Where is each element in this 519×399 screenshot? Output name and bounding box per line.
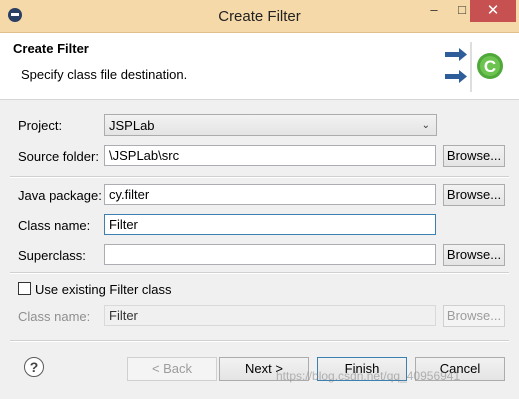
use-existing-label[interactable]: Use existing Filter class: [35, 282, 172, 297]
minimize-icon[interactable]: –: [420, 0, 448, 22]
source-folder-browse-button[interactable]: Browse...: [443, 145, 505, 167]
existing-class-browse-button: Browse...: [443, 305, 505, 327]
java-package-input[interactable]: cy.filter: [104, 184, 436, 205]
java-package-browse-button[interactable]: Browse...: [443, 184, 505, 206]
superclass-input[interactable]: [104, 244, 436, 265]
separator: [10, 340, 509, 342]
java-package-label: Java package:: [18, 188, 102, 203]
class-name-label: Class name:: [18, 218, 91, 233]
existing-class-name-label: Class name:: [18, 309, 91, 324]
back-button: < Back: [127, 357, 217, 381]
superclass-browse-button[interactable]: Browse...: [443, 244, 505, 266]
project-label: Project:: [18, 118, 63, 133]
watermark: https://blog.csdn.net/qq_40956941: [276, 369, 461, 383]
superclass-label: Superclass:: [18, 248, 86, 263]
separator: [10, 176, 509, 178]
wizard-description: Specify class file destination.: [21, 67, 188, 82]
class-wizard-icon: C: [445, 42, 503, 92]
dropdown-arrow-icon: ⌄: [421, 120, 430, 131]
project-dropdown[interactable]: JSPLab ⌄: [104, 114, 437, 136]
close-icon[interactable]: ✕: [470, 0, 516, 22]
project-value: JSPLab: [109, 118, 155, 133]
title-bar: Create Filter – □ ✕: [0, 0, 519, 33]
source-folder-label: Source folder:: [18, 149, 99, 164]
use-existing-checkbox[interactable]: [18, 282, 31, 295]
svg-text:C: C: [484, 57, 496, 76]
separator: [10, 272, 509, 274]
source-folder-input[interactable]: \JSPLab\src: [104, 145, 436, 166]
wizard-header: Create Filter Specify class file destina…: [0, 33, 519, 100]
wizard-title: Create Filter: [13, 41, 89, 56]
help-icon[interactable]: ?: [24, 357, 44, 377]
class-name-input[interactable]: Filter: [104, 214, 436, 235]
existing-class-name-input: Filter: [104, 305, 436, 326]
